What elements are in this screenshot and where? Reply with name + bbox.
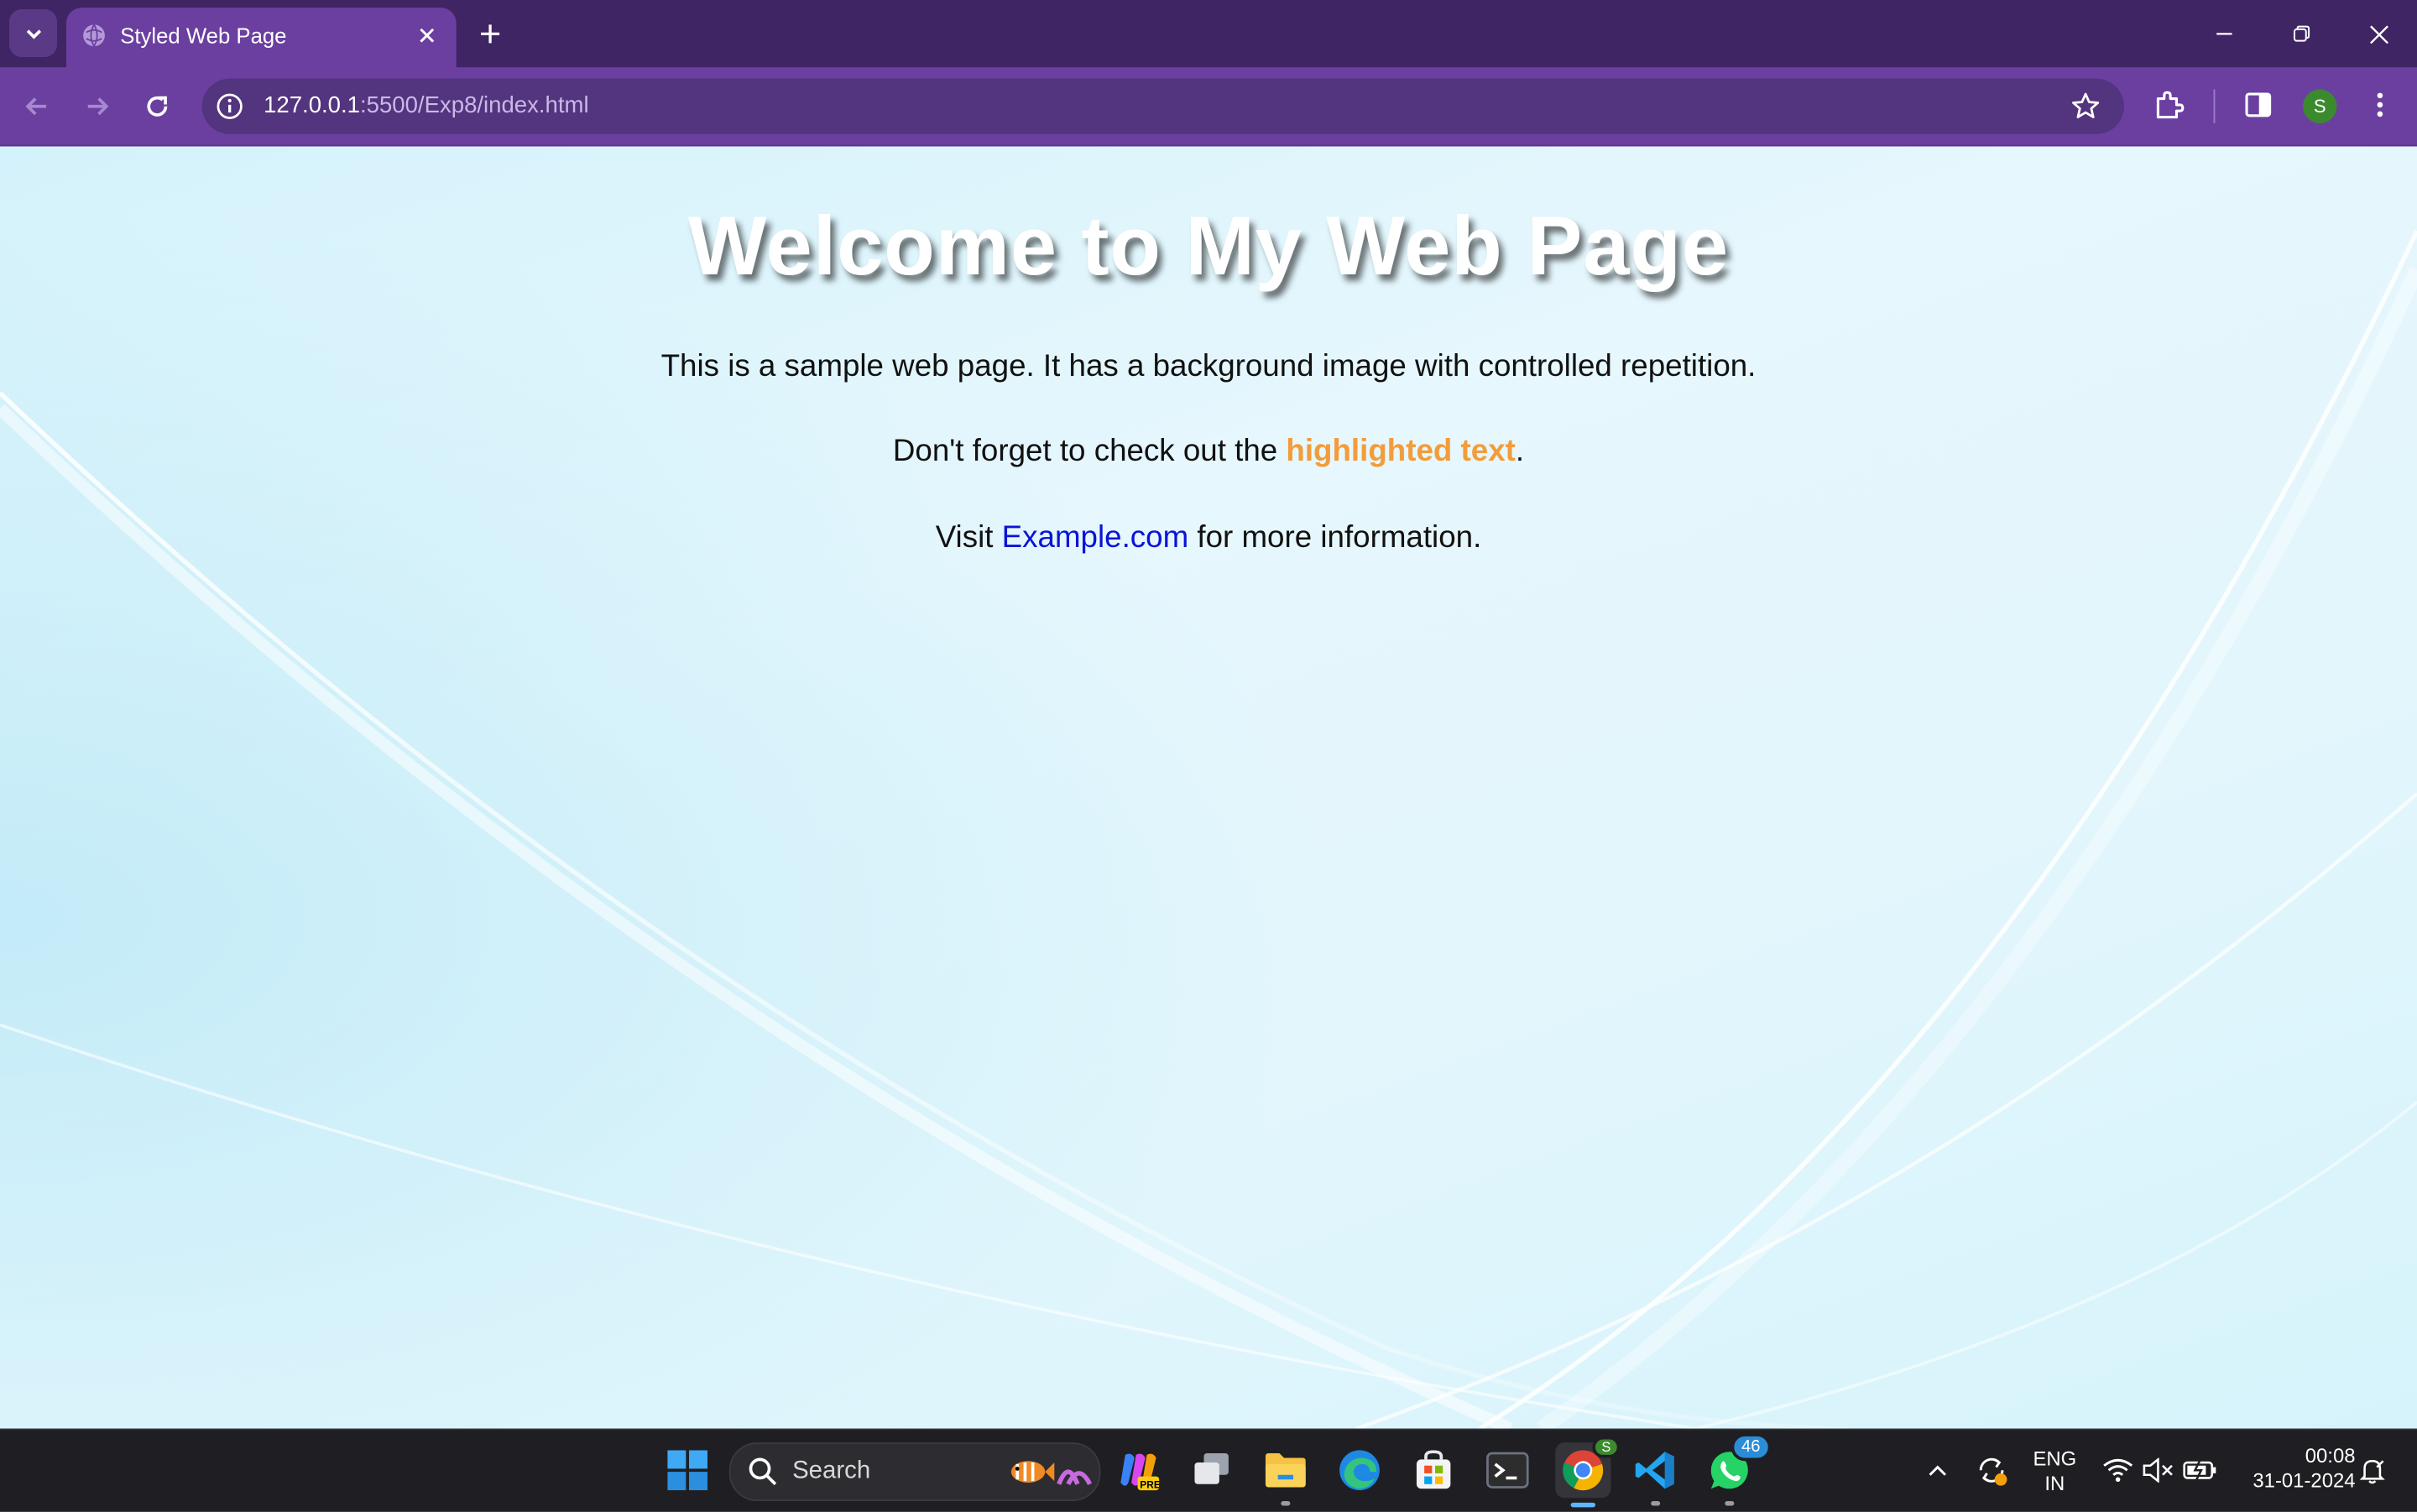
tab-active[interactable]: Styled Web Page [65,8,457,68]
profile-avatar[interactable]: S [2303,89,2337,123]
sync-icon [1979,1457,2007,1486]
taskbar-file-explorer[interactable] [1260,1444,1312,1506]
arrow-left-icon [25,97,47,116]
copilot-icon: PRE [1120,1453,1160,1490]
speaker-muted-icon [2143,1457,2173,1483]
clock-date: 31-01-2024 [2253,1468,2356,1492]
new-tab-button[interactable] [472,15,509,52]
browser-menu-button[interactable] [2362,86,2399,123]
toolbar-divider [2213,89,2216,123]
search-icon [749,1457,777,1486]
language-code: ENG [2033,1447,2077,1471]
kebab-menu-icon [2377,92,2383,117]
wifi-icon [2103,1458,2133,1483]
running-indicator [1651,1500,1661,1506]
taskbar-vscode[interactable] [1629,1444,1681,1506]
task-view-icon [1194,1453,1229,1484]
tab-strip: Styled Web Page [0,0,2417,68]
volume-status[interactable] [2141,1453,2174,1487]
address-bar[interactable]: 127.0.0.1:5500/Exp8/index.html [201,78,2125,134]
tab-title: Styled Web Page [120,23,287,48]
url-text: 127.0.0.1:5500/Exp8/index.html [264,92,589,118]
site-info-icon[interactable] [216,92,243,120]
restore-icon [2293,25,2310,42]
reload-icon [147,96,168,117]
running-indicator [1725,1500,1735,1506]
store-icon [1416,1450,1451,1489]
active-indicator [1570,1502,1596,1508]
show-hidden-icons-button[interactable] [1921,1453,1955,1487]
background-swirl-image [0,146,2417,1429]
whatsapp-unread-badge: 46 [1731,1433,1772,1462]
close-window-button[interactable] [2356,13,2402,55]
taskbar-whatsapp[interactable]: 46 [1704,1433,1772,1506]
side-panel-icon [2245,92,2272,117]
highlighted-text: highlighted text [1286,434,1516,469]
example-link[interactable]: Example.com [1002,521,1189,555]
battery-status[interactable] [2183,1453,2216,1487]
intro-paragraph: This is a sample web page. It has a back… [660,349,1757,384]
close-icon [420,28,435,43]
taskbar-task-view[interactable] [1185,1444,1237,1496]
taskbar-copilot[interactable]: PRE [1111,1444,1163,1496]
taskbar-store[interactable] [1407,1444,1459,1496]
vscode-icon [1635,1452,1674,1489]
puzzle-icon [2156,91,2185,119]
search-highlight-fish-icon [1010,1461,1093,1486]
highlight-paragraph-text-after: . [1515,434,1525,469]
side-panel-button[interactable] [2240,86,2277,123]
reload-button[interactable] [137,86,177,127]
restore-button[interactable] [2279,13,2325,55]
url-host: 127.0.0.1 [264,92,360,119]
folder-icon [1265,1453,1306,1488]
page-heading: Welcome to My Web Page [687,200,1730,293]
plus-icon [481,24,500,44]
extensions-button[interactable] [2150,86,2187,123]
start-button[interactable] [661,1444,713,1496]
close-icon [2369,24,2388,44]
taskbar-terminal[interactable] [1481,1444,1533,1496]
sync-status-button[interactable] [1975,1453,2008,1487]
wifi-status[interactable] [2101,1453,2134,1487]
running-indicator [1281,1500,1291,1506]
taskbar-search[interactable]: Search [728,1442,1101,1501]
taskbar: Search PRE S 46 ENG IN 00:08 31-01-2024 [0,1428,2417,1512]
edge-icon [1339,1450,1380,1491]
minimize-button[interactable] [2201,13,2247,55]
minimize-icon [2216,33,2232,35]
clock[interactable]: 00:08 31-01-2024 [2232,1444,2356,1494]
browser-toolbar: 127.0.0.1:5500/Exp8/index.html S [0,67,2417,147]
page-viewport: Welcome to My Web Page This is a sample … [0,146,2417,1429]
tab-close-button[interactable] [413,22,441,50]
clock-time: 00:08 [2305,1444,2356,1468]
battery-charging-icon [2183,1460,2216,1480]
visit-paragraph-text-after: for more information. [1188,520,1482,555]
globe-icon [83,23,105,47]
tab-search-button[interactable] [9,9,57,57]
terminal-icon [1486,1452,1529,1489]
forward-button[interactable] [77,86,117,127]
language-region: IN [2044,1472,2065,1495]
visit-paragraph: Visit Example.com for more information. [0,521,2417,556]
visit-paragraph-text-before: Visit [935,520,1002,555]
language-indicator[interactable]: ENG IN [2028,1447,2080,1497]
chevron-up-icon [1929,1465,1946,1476]
highlight-paragraph: Don't forget to check out the highlighte… [0,435,2417,470]
url-path: :5500/Exp8/index.html [359,92,589,119]
highlight-paragraph-text-before: Don't forget to check out the [892,434,1287,469]
chevron-down-icon [25,29,41,39]
taskbar-edge[interactable] [1334,1444,1386,1496]
notifications-button[interactable] [2356,1453,2389,1487]
back-button[interactable] [17,86,57,127]
bookmark-star-icon[interactable] [2070,91,2101,122]
bell-icon [2359,1459,2385,1484]
arrow-right-icon [87,97,109,116]
search-label: Search [792,1457,871,1484]
taskbar-chrome[interactable]: S [1555,1436,1621,1508]
svg-text:PRE: PRE [1140,1478,1159,1490]
chrome-profile-badge: S [1592,1436,1621,1458]
windows-logo-icon [667,1450,708,1491]
